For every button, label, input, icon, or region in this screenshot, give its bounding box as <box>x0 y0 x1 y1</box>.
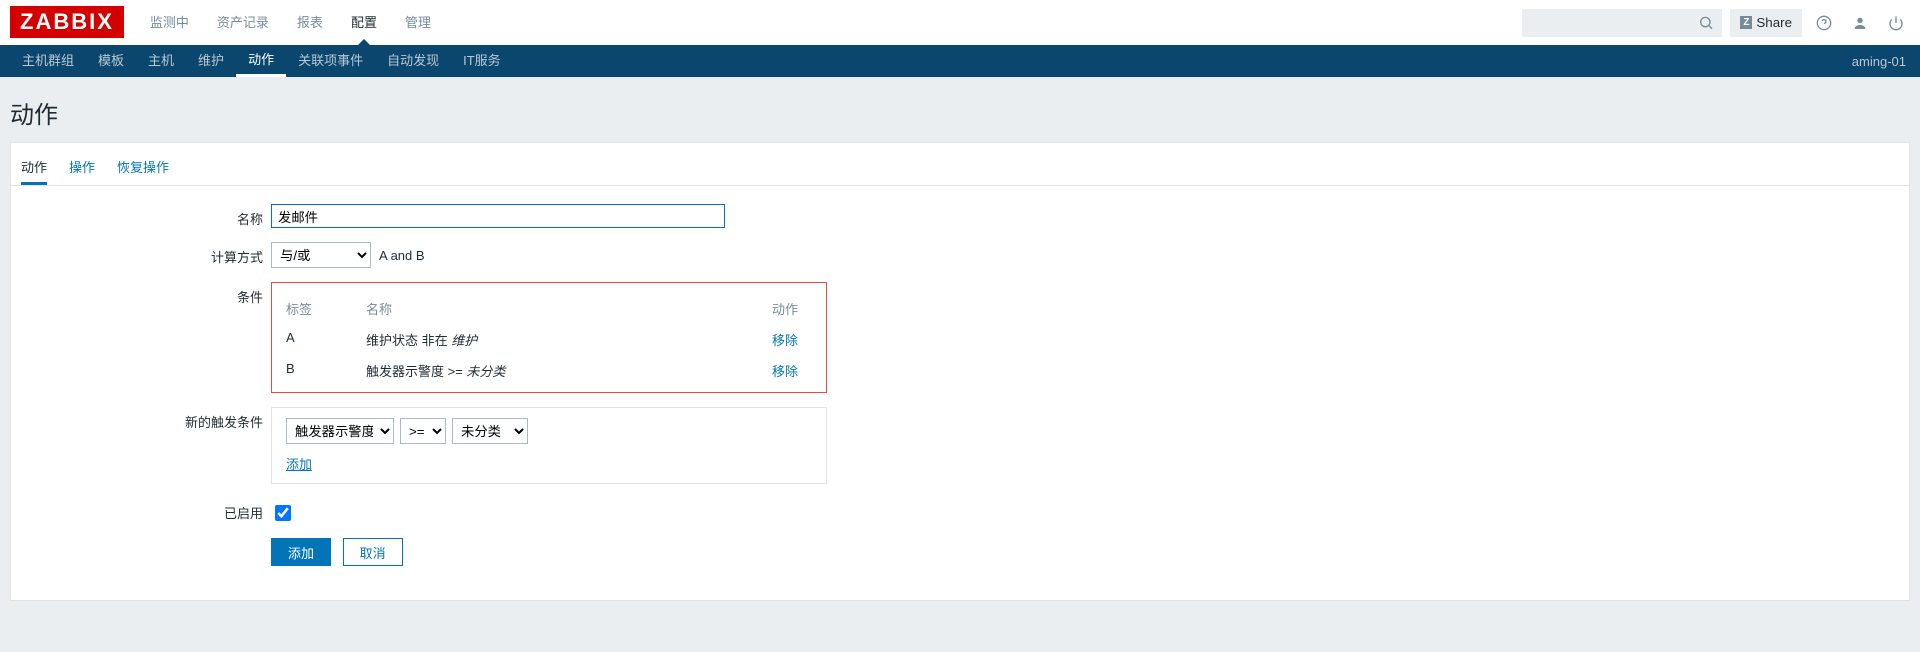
search-input[interactable] <box>1522 9 1722 37</box>
tab-ops[interactable]: 操作 <box>69 151 95 185</box>
submenu-correlation[interactable]: 关联项事件 <box>286 45 375 77</box>
topbar: ZABBIX 监测中 资产记录 报表 配置 管理 Z Share <box>0 0 1920 45</box>
cond-row-name-prefix: 维护状态 非在 <box>366 333 451 348</box>
power-icon[interactable] <box>1882 14 1910 31</box>
row-calc: 计算方式 与/或 A and B <box>11 242 1909 268</box>
cond-remove-link[interactable]: 移除 <box>772 330 812 349</box>
enabled-checkbox[interactable] <box>275 505 291 521</box>
submenu-maintenance[interactable]: 维护 <box>186 45 236 77</box>
name-input[interactable] <box>271 204 725 228</box>
cond-row-name: 触发器示警度 >= 未分类 <box>366 361 772 380</box>
cond-row: B 触发器示警度 >= 未分类 移除 <box>286 355 812 386</box>
row-enabled: 已启用 <box>11 498 1909 524</box>
topmenu-monitoring[interactable]: 监测中 <box>136 0 203 45</box>
top-menu: 监测中 资产记录 报表 配置 管理 <box>136 0 445 45</box>
cond-header-name: 名称 <box>366 299 772 318</box>
topmenu-configuration[interactable]: 配置 <box>337 0 391 45</box>
topmenu-admin[interactable]: 管理 <box>391 0 445 45</box>
submenu-actions[interactable]: 动作 <box>236 45 286 77</box>
label-conditions: 条件 <box>11 282 271 306</box>
cond-remove-link[interactable]: 移除 <box>772 361 812 380</box>
topmenu-inventory[interactable]: 资产记录 <box>203 0 283 45</box>
conditions-box: 标签 名称 动作 A 维护状态 非在 维护 移除 B 触发 <box>271 282 827 393</box>
top-right: Z Share <box>1522 0 1910 45</box>
help-icon[interactable] <box>1810 14 1838 31</box>
cond-row-label: B <box>286 361 366 380</box>
label-newcond: 新的触发条件 <box>11 407 271 431</box>
tabs: 动作 操作 恢复操作 <box>11 143 1909 186</box>
tab-recovery[interactable]: 恢复操作 <box>117 151 169 185</box>
cond-row: A 维护状态 非在 维护 移除 <box>286 324 812 355</box>
host-label: aming-01 <box>1852 54 1910 69</box>
cond-header: 标签 名称 动作 <box>286 293 812 324</box>
newcond-add-link[interactable]: 添加 <box>286 457 312 472</box>
logo[interactable]: ZABBIX <box>10 6 124 38</box>
cancel-button[interactable]: 取消 <box>343 538 403 566</box>
calc-expression: A and B <box>379 248 425 263</box>
newcond-type-select[interactable]: 触发器示警度 <box>286 418 394 444</box>
newcond-val-select[interactable]: 未分类 <box>452 418 528 444</box>
zabbix-z-icon: Z <box>1740 16 1752 29</box>
cond-row-name-italic: 维护 <box>451 333 477 348</box>
submenu-templates[interactable]: 模板 <box>86 45 136 77</box>
content-panel: 动作 操作 恢复操作 名称 计算方式 与/或 A and B 条件 <box>10 142 1910 601</box>
submenu-itservices[interactable]: IT服务 <box>451 45 513 77</box>
submenu-hosts[interactable]: 主机 <box>136 45 186 77</box>
cond-row-label: A <box>286 330 366 349</box>
cond-row-name-italic: 未分类 <box>466 364 505 379</box>
cond-header-action: 动作 <box>772 299 812 318</box>
label-enabled: 已启用 <box>11 498 271 522</box>
page-title: 动作 <box>0 77 1920 142</box>
search-wrap <box>1522 9 1722 37</box>
share-button[interactable]: Z Share <box>1730 9 1802 37</box>
topmenu-reports[interactable]: 报表 <box>283 0 337 45</box>
label-name: 名称 <box>11 204 271 228</box>
tab-action[interactable]: 动作 <box>21 151 47 185</box>
form: 名称 计算方式 与/或 A and B 条件 标签 名称 <box>11 186 1909 566</box>
newcond-op-select[interactable]: >= <box>400 418 446 444</box>
calc-select[interactable]: 与/或 <box>271 242 371 268</box>
share-label: Share <box>1756 15 1792 30</box>
row-conditions: 条件 标签 名称 动作 A 维护状态 非在 维护 移除 <box>11 282 1909 393</box>
subbar: 主机群组 模板 主机 维护 动作 关联项事件 自动发现 IT服务 aming-0… <box>0 45 1920 77</box>
row-buttons: 添加 取消 <box>11 538 1909 566</box>
search-icon[interactable] <box>1698 14 1714 31</box>
add-button[interactable]: 添加 <box>271 538 331 566</box>
user-icon[interactable] <box>1846 14 1874 31</box>
cond-row-name-prefix: 触发器示警度 >= <box>366 364 466 379</box>
row-newcond: 新的触发条件 触发器示警度 >= 未分类 添加 <box>11 407 1909 484</box>
submenu-hostgroups[interactable]: 主机群组 <box>10 45 86 77</box>
cond-row-name: 维护状态 非在 维护 <box>366 330 772 349</box>
submenu-discovery[interactable]: 自动发现 <box>375 45 451 77</box>
newcond-selects: 触发器示警度 >= 未分类 <box>286 418 812 444</box>
spacer <box>11 538 271 543</box>
row-name: 名称 <box>11 204 1909 228</box>
cond-header-label: 标签 <box>286 299 366 318</box>
label-calc: 计算方式 <box>11 242 271 266</box>
newcond-box: 触发器示警度 >= 未分类 添加 <box>271 407 827 484</box>
